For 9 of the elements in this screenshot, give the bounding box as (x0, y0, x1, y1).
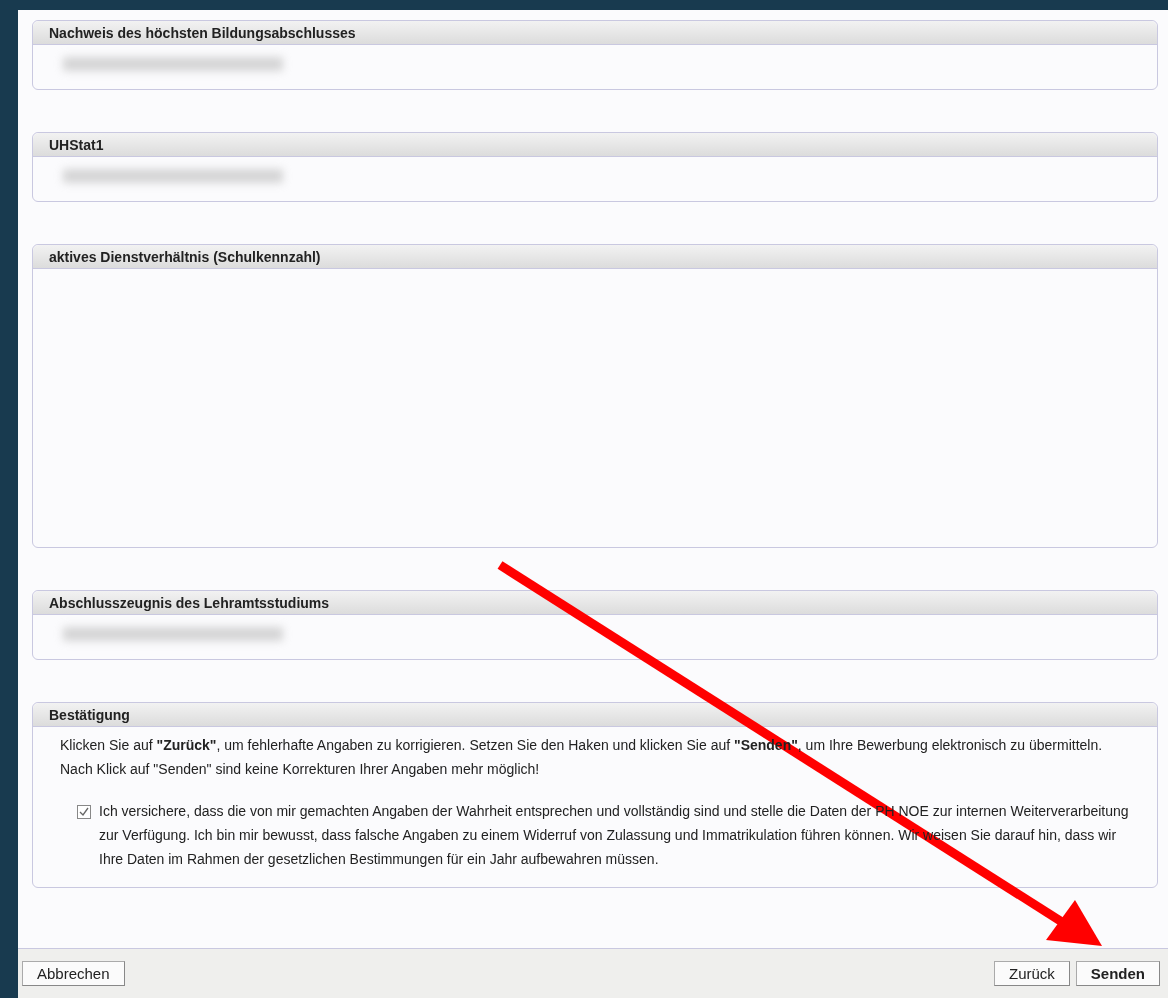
section-title: Nachweis des höchsten Bildungsabschlusses (49, 24, 356, 41)
send-button[interactable]: Senden (1075, 961, 1160, 986)
checkbox[interactable] (77, 805, 91, 819)
section-title: Bestätigung (49, 706, 130, 723)
back-button[interactable]: Zurück (993, 961, 1070, 986)
cancel-button[interactable]: Abbrechen (22, 961, 125, 986)
section-title: Abschlusszeugnis des Lehramtsstudiums (49, 594, 330, 611)
section-title: UHStat1 (49, 136, 104, 153)
section-title: aktives Dienstverhältnis (Schulkennzahl) (49, 248, 321, 265)
